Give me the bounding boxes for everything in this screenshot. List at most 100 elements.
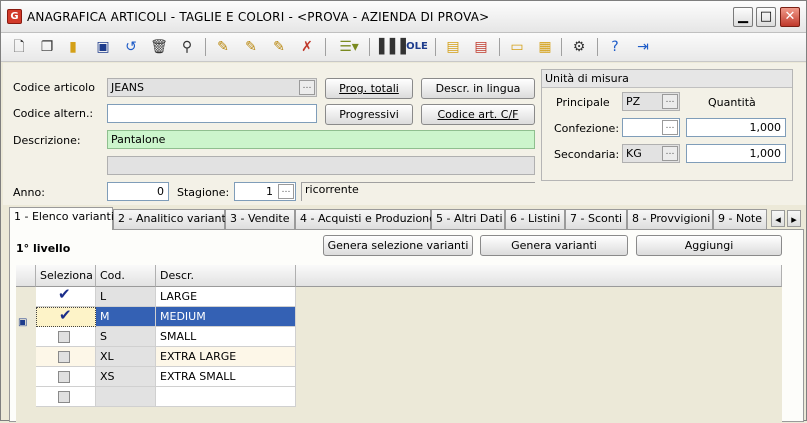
aggiungi-button[interactable]: Aggiungi [636, 235, 782, 256]
select-cell[interactable]: ✔ [36, 285, 96, 307]
tab-listini[interactable]: 6 - Listini [505, 209, 565, 229]
select-cell[interactable] [36, 367, 96, 387]
column-header-descr[interactable]: Descr. [156, 265, 296, 287]
edit2-icon[interactable]: ✎ [241, 37, 261, 57]
select-cell[interactable] [36, 347, 96, 367]
delete-icon[interactable]: 🗑 [149, 37, 169, 57]
edit-icon[interactable]: ✎ [213, 37, 233, 57]
new-doc-icon[interactable]: 🗋 [9, 37, 29, 57]
maximize-button[interactable]: □ [756, 7, 776, 27]
gear-icon[interactable]: ⚙ [569, 37, 589, 57]
principale-field[interactable]: PZ … [622, 92, 680, 111]
help-icon[interactable]: ? [605, 37, 625, 57]
table-row[interactable]: S SMALL [36, 327, 296, 347]
save-icon[interactable]: ▣ [93, 37, 113, 57]
secondaria-um-field[interactable]: KG … [622, 144, 680, 163]
codice-altern-field[interactable] [107, 104, 317, 123]
toolbar: 🗋 ❐ ▮ ▣ ↺ 🗑 ⚲ ✎ ✎ ✎ ✗ ☰▾ ▌▌▌ OLE ▤ ▤ ▭ ▦… [1, 33, 806, 62]
codice-cf-button[interactable]: Codice art. C/F [421, 104, 535, 125]
ruler-icon[interactable]: ▭ [507, 37, 527, 57]
confezione-qty-field[interactable]: 1,000 [686, 118, 786, 137]
secondaria-label: Secondaria: [554, 148, 620, 161]
descr-lingua-button[interactable]: Descr. in lingua [421, 78, 535, 99]
confezione-um-field[interactable]: … [622, 118, 680, 137]
cod-cell: S [96, 327, 156, 347]
tab-scroll-right-icon[interactable]: ▸ [787, 210, 801, 227]
secondaria-lookup-button[interactable]: … [662, 146, 678, 161]
tab-note[interactable]: 9 - Note [713, 209, 767, 229]
confezione-label: Confezione: [554, 122, 620, 135]
copy-doc-icon[interactable]: ❐ [37, 37, 57, 57]
tab-elenco-varianti[interactable]: 1 - Elenco varianti [9, 207, 114, 230]
row-indicator-icon: ▣ [18, 317, 28, 328]
unita-misura-group: Unità di misura Principale PZ … Quantità… [541, 69, 793, 181]
app-icon[interactable]: G [7, 9, 22, 24]
window: G ANAGRAFICA ARTICOLI - TAGLIE E COLORI … [0, 0, 807, 423]
stagione-lookup-button[interactable]: … [278, 184, 294, 199]
tag-icon[interactable]: ▦ [535, 37, 555, 57]
tab-sconti[interactable]: 7 - Sconti [565, 209, 627, 229]
edit3-icon[interactable]: ✎ [269, 37, 289, 57]
checkbox-unchecked[interactable] [58, 371, 70, 383]
tab-scroll-left-icon[interactable]: ◂ [771, 210, 785, 227]
cod-cell: XS [96, 367, 156, 387]
close-button[interactable]: ✕ [780, 7, 800, 27]
select-cell[interactable] [36, 327, 96, 347]
table-row-selected[interactable]: ✔ M MEDIUM [36, 306, 296, 327]
checkbox-unchecked[interactable] [58, 351, 70, 363]
list-icon[interactable]: ☰▾ [335, 37, 363, 57]
tab-altri-dati[interactable]: 5 - Altri Dati [431, 209, 505, 229]
descr-cell: MEDIUM [156, 307, 296, 327]
barcode-icon[interactable]: ▌▌▌ [379, 37, 411, 57]
exit-icon[interactable]: ⇥ [633, 37, 653, 57]
confezione-lookup-button[interactable]: … [662, 120, 678, 135]
cod-cell: M [96, 307, 156, 327]
checkbox-checked-icon[interactable]: ✔ [59, 306, 72, 325]
progressivi-button[interactable]: Progressivi [325, 104, 413, 125]
genera-varianti-button[interactable]: Genera varianti [480, 235, 628, 256]
tab-acquisti-produzione[interactable]: 4 - Acquisti e Produzione [295, 209, 436, 229]
column-header-cod[interactable]: Cod. [96, 265, 156, 287]
descr-cell: SMALL [156, 327, 296, 347]
table-row[interactable]: XL EXTRA LARGE [36, 347, 296, 367]
checkbox-unchecked[interactable] [58, 331, 70, 343]
select-cell[interactable]: ✔ [36, 306, 96, 327]
descr-cell [156, 387, 296, 407]
descrizione-field[interactable]: Pantalone [107, 130, 535, 149]
undo-icon[interactable]: ↺ [121, 37, 141, 57]
stagione-field[interactable]: 1 … [234, 182, 296, 201]
principale-value: PZ [626, 95, 641, 108]
cod-cell: L [96, 287, 156, 307]
descrizione2-field[interactable] [107, 156, 535, 175]
cancel-edit-icon[interactable]: ✗ [297, 37, 317, 57]
codice-articolo-field[interactable]: JEANS … [107, 78, 317, 97]
doc2-icon[interactable]: ▤ [471, 37, 491, 57]
ole-icon[interactable]: OLE [405, 37, 429, 57]
table-row[interactable] [36, 387, 296, 407]
table-row[interactable]: ✔ L LARGE [36, 285, 296, 307]
column-header-seleziona[interactable]: Seleziona [36, 265, 96, 287]
grid-corner [16, 265, 36, 287]
tab-vendite[interactable]: 3 - Vendite [225, 209, 295, 229]
select-cell[interactable] [36, 387, 96, 407]
search-icon[interactable]: ⚲ [177, 37, 197, 57]
tab-analitico-varianti[interactable]: 2 - Analitico varianti [113, 209, 229, 229]
anno-field[interactable]: 0 [107, 182, 169, 201]
folder-icon[interactable]: ▮ [63, 37, 83, 57]
anno-label: Anno: [13, 186, 45, 199]
elenco-varianti-panel: 1° livello Genera selezione varianti Gen… [9, 229, 804, 423]
prog-totali-button[interactable]: Prog. totali [325, 78, 413, 99]
genera-selezione-varianti-button[interactable]: Genera selezione varianti [323, 235, 473, 256]
checkbox-unchecked[interactable] [58, 391, 70, 403]
secondaria-qty-field[interactable]: 1,000 [686, 144, 786, 163]
table-row[interactable]: XS EXTRA SMALL [36, 367, 296, 387]
title-bar: G ANAGRAFICA ARTICOLI - TAGLIE E COLORI … [1, 1, 806, 33]
principale-lookup-button[interactable]: … [662, 94, 678, 109]
doc1-icon[interactable]: ▤ [443, 37, 463, 57]
lookup-button[interactable]: … [299, 80, 315, 95]
tab-strip: 1 - Elenco varianti 2 - Analitico varian… [9, 207, 804, 230]
checkbox-checked-icon[interactable]: ✔ [58, 285, 71, 304]
tab-provvigioni[interactable]: 8 - Provvigioni [627, 209, 713, 229]
principale-label: Principale [556, 96, 610, 109]
minimize-button[interactable]: ▁ [733, 7, 753, 27]
